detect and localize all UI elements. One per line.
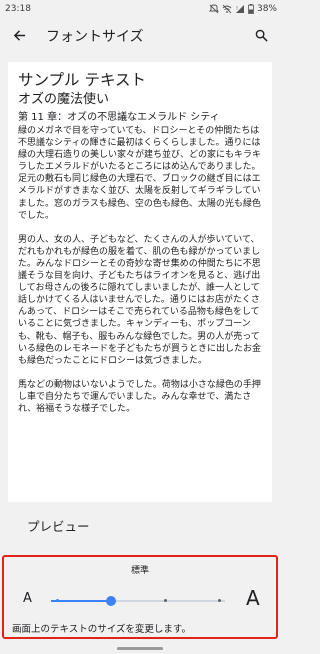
preview-paragraph: 馬などの動物はいないようでした。荷物は小さな緑色の手押し車で自分たちで運んでいま… bbox=[18, 379, 261, 414]
status-time: 23:18 bbox=[5, 3, 31, 14]
sample-title: サンプル テキスト bbox=[18, 71, 146, 89]
battery-percent: 38% bbox=[256, 3, 277, 14]
wifi-off-icon bbox=[222, 4, 232, 14]
font-size-description: 画面上のテキストのサイズを変更します。 bbox=[12, 624, 191, 635]
do-not-disturb-off-icon bbox=[208, 4, 219, 14]
slider-tick bbox=[217, 599, 221, 602]
preview-paragraph: 男の人、女の人、子どもなど、たくさんの人が歩いていて、だれもかれもが緑色の服を着… bbox=[18, 234, 262, 366]
slider-tick bbox=[163, 599, 167, 602]
current-size-label: 標準 bbox=[130, 566, 149, 576]
battery-icon bbox=[248, 3, 254, 14]
search-button[interactable] bbox=[242, 17, 280, 55]
font-size-slider[interactable] bbox=[51, 593, 225, 609]
back-button[interactable] bbox=[0, 17, 38, 55]
slider-tick bbox=[55, 599, 59, 602]
page-title: フォントサイズ bbox=[46, 29, 144, 45]
slider-track-fill bbox=[51, 600, 111, 602]
status-icons: ! 38% bbox=[208, 3, 277, 14]
font-size-panel: 標準 A A 画面上のテキストのサイズを変更します。 bbox=[2, 555, 278, 639]
status-bar: 23:18 ! 38% bbox=[0, 0, 280, 17]
preview-label: プレビュー bbox=[27, 519, 90, 534]
small-text-button[interactable]: A bbox=[23, 591, 32, 606]
slider-thumb[interactable] bbox=[106, 596, 116, 606]
preview-card[interactable]: サンプル テキスト オズの魔法使い 第 11 章：オズの不思議なエメラルド シテ… bbox=[8, 62, 272, 502]
app-bar: フォントサイズ bbox=[0, 17, 280, 55]
gesture-nav-handle[interactable] bbox=[117, 647, 163, 650]
large-text-button[interactable]: A bbox=[246, 586, 260, 610]
chapter-title: 第 11 章：オズの不思議なエメラルド シティ bbox=[18, 112, 220, 123]
book-title: オズの魔法使い bbox=[18, 92, 110, 107]
search-icon bbox=[255, 27, 268, 46]
svg-text:!: ! bbox=[236, 6, 238, 12]
preview-paragraph: 緑のメガネで目を守っていても、ドロシーとその仲間たちは不思議なシティの輝きに最初… bbox=[18, 126, 262, 221]
arrow-back-icon bbox=[13, 27, 26, 46]
signal-icon: ! bbox=[235, 4, 245, 14]
